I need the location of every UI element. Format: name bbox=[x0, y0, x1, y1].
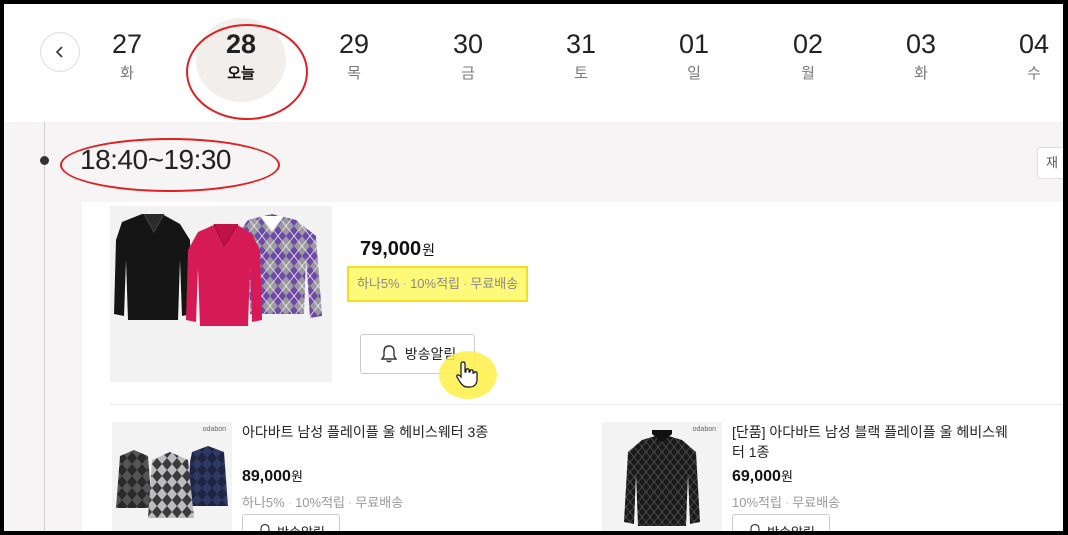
price-value: 89,000 bbox=[242, 468, 291, 485]
benefit-free-shipping: 무료배송 bbox=[470, 276, 519, 291]
date-number: 30 bbox=[452, 29, 484, 59]
sweater-set-image bbox=[114, 213, 322, 326]
sub-product-price: 89,000원 bbox=[242, 466, 303, 486]
screen: 27 화 28 오늘 29 목 30 금 31 토 01 일 02 월 03 화… bbox=[4, 4, 1063, 531]
hand-cursor-icon bbox=[456, 361, 478, 388]
chevron-left-icon bbox=[55, 46, 63, 58]
day-of-week: 오늘 bbox=[227, 65, 255, 82]
date-04[interactable]: 04 수 bbox=[994, 24, 1063, 84]
day-of-week: 수 bbox=[1027, 65, 1041, 82]
date-number: 01 bbox=[678, 29, 710, 59]
sub-product-image[interactable]: odabon bbox=[602, 422, 722, 531]
broadcast-time: 18:40~19:30 bbox=[80, 144, 232, 175]
price-value: 69,000 bbox=[732, 468, 781, 485]
benefit-points: 10%적립 bbox=[410, 276, 461, 291]
sub-product-price: 69,000원 bbox=[732, 466, 793, 486]
date-30[interactable]: 30 금 bbox=[428, 24, 508, 84]
date-number: 03 bbox=[905, 29, 937, 59]
broadcast-alarm-button[interactable]: 방송알림 bbox=[242, 514, 340, 531]
bell-icon bbox=[380, 345, 398, 363]
date-number: 02 bbox=[792, 29, 824, 59]
side-action-button[interactable]: 재 bbox=[1037, 147, 1063, 179]
brand-logo: odabon bbox=[692, 426, 716, 433]
date-03[interactable]: 03 화 bbox=[881, 24, 961, 84]
date-number: 27 bbox=[111, 29, 143, 59]
sub-product-title[interactable]: [단품] 아다바트 남성 블랙 플레이플 울 헤비스웨터 1종 bbox=[732, 422, 1012, 462]
benefit-points: 10%적립 bbox=[295, 495, 346, 510]
day-of-week: 월 bbox=[801, 65, 815, 82]
black-sweater-image bbox=[624, 430, 700, 526]
benefit-free-shipping: 무료배송 bbox=[792, 495, 841, 510]
date-number: 04 bbox=[1018, 29, 1050, 59]
benefit-card-discount: 하나5% bbox=[357, 276, 400, 291]
date-number: 31 bbox=[565, 29, 597, 59]
price-value: 79,000 bbox=[360, 238, 422, 260]
date-28-today[interactable]: 28 오늘 bbox=[196, 18, 286, 102]
product-benefits-highlight: 하나5% · 10%적립 · 무료배송 bbox=[347, 266, 529, 302]
day-of-week: 목 bbox=[347, 65, 361, 82]
currency-label: 원 bbox=[780, 469, 793, 484]
sub-product-benefits: 10%적립 · 무료배송 bbox=[732, 495, 841, 510]
currency-label: 원 bbox=[290, 469, 303, 484]
benefit-card-discount: 하나5% bbox=[242, 495, 285, 510]
bell-icon bbox=[750, 524, 760, 531]
bell-icon bbox=[260, 524, 270, 531]
timeline-line bbox=[44, 122, 45, 531]
date-01[interactable]: 01 일 bbox=[654, 24, 734, 84]
day-of-week: 토 bbox=[574, 65, 588, 82]
broadcast-alarm-button[interactable]: 방송알림 bbox=[732, 514, 830, 531]
benefit-points: 10%적립 bbox=[732, 495, 782, 510]
date-31[interactable]: 31 토 bbox=[541, 24, 621, 84]
date-number: 28 bbox=[225, 29, 257, 59]
date-02[interactable]: 02 월 bbox=[768, 24, 848, 84]
day-of-week: 화 bbox=[914, 65, 928, 82]
day-of-week: 금 bbox=[461, 65, 475, 82]
date-27[interactable]: 27 화 bbox=[87, 24, 167, 84]
sweater-trio-image bbox=[116, 446, 228, 518]
sub-product-2[interactable]: odabon [단품] 아다바트 남성 블랙 플레이플 울 헤비스웨터 1종 6… bbox=[602, 422, 1052, 531]
brand-logo: odabon bbox=[202, 426, 226, 433]
timeline-dot bbox=[40, 156, 49, 165]
product-price: 79,000원 bbox=[360, 238, 435, 261]
day-of-week: 일 bbox=[687, 65, 701, 82]
sub-product-title[interactable]: 아다바트 남성 플레이플 울 헤비스웨터 3종 bbox=[242, 422, 522, 442]
date-29[interactable]: 29 목 bbox=[314, 24, 394, 84]
alarm-label: 방송알림 bbox=[277, 522, 325, 532]
product-card: 79,000원 하나5%·10%적립·무료배송 방송알림 odabon bbox=[82, 202, 1063, 531]
currency-label: 원 bbox=[422, 242, 436, 258]
day-of-week: 화 bbox=[120, 65, 134, 82]
sub-product-image[interactable]: odabon bbox=[112, 422, 232, 531]
divider bbox=[110, 404, 1063, 405]
benefit-free-shipping: 무료배송 bbox=[355, 495, 404, 510]
sub-product-1[interactable]: odabon 아다바트 남성 플레이플 울 헤비스웨터 3종 89,000원 하… bbox=[112, 422, 562, 531]
prev-dates-button[interactable] bbox=[40, 32, 80, 72]
date-number: 29 bbox=[338, 29, 370, 59]
date-selector-bar: 27 화 28 오늘 29 목 30 금 31 토 01 일 02 월 03 화… bbox=[4, 4, 1063, 122]
product-image[interactable] bbox=[110, 206, 332, 382]
alarm-label: 방송알림 bbox=[767, 522, 815, 532]
sub-product-benefits: 하나5% · 10%적립 · 무료배송 bbox=[242, 495, 404, 510]
